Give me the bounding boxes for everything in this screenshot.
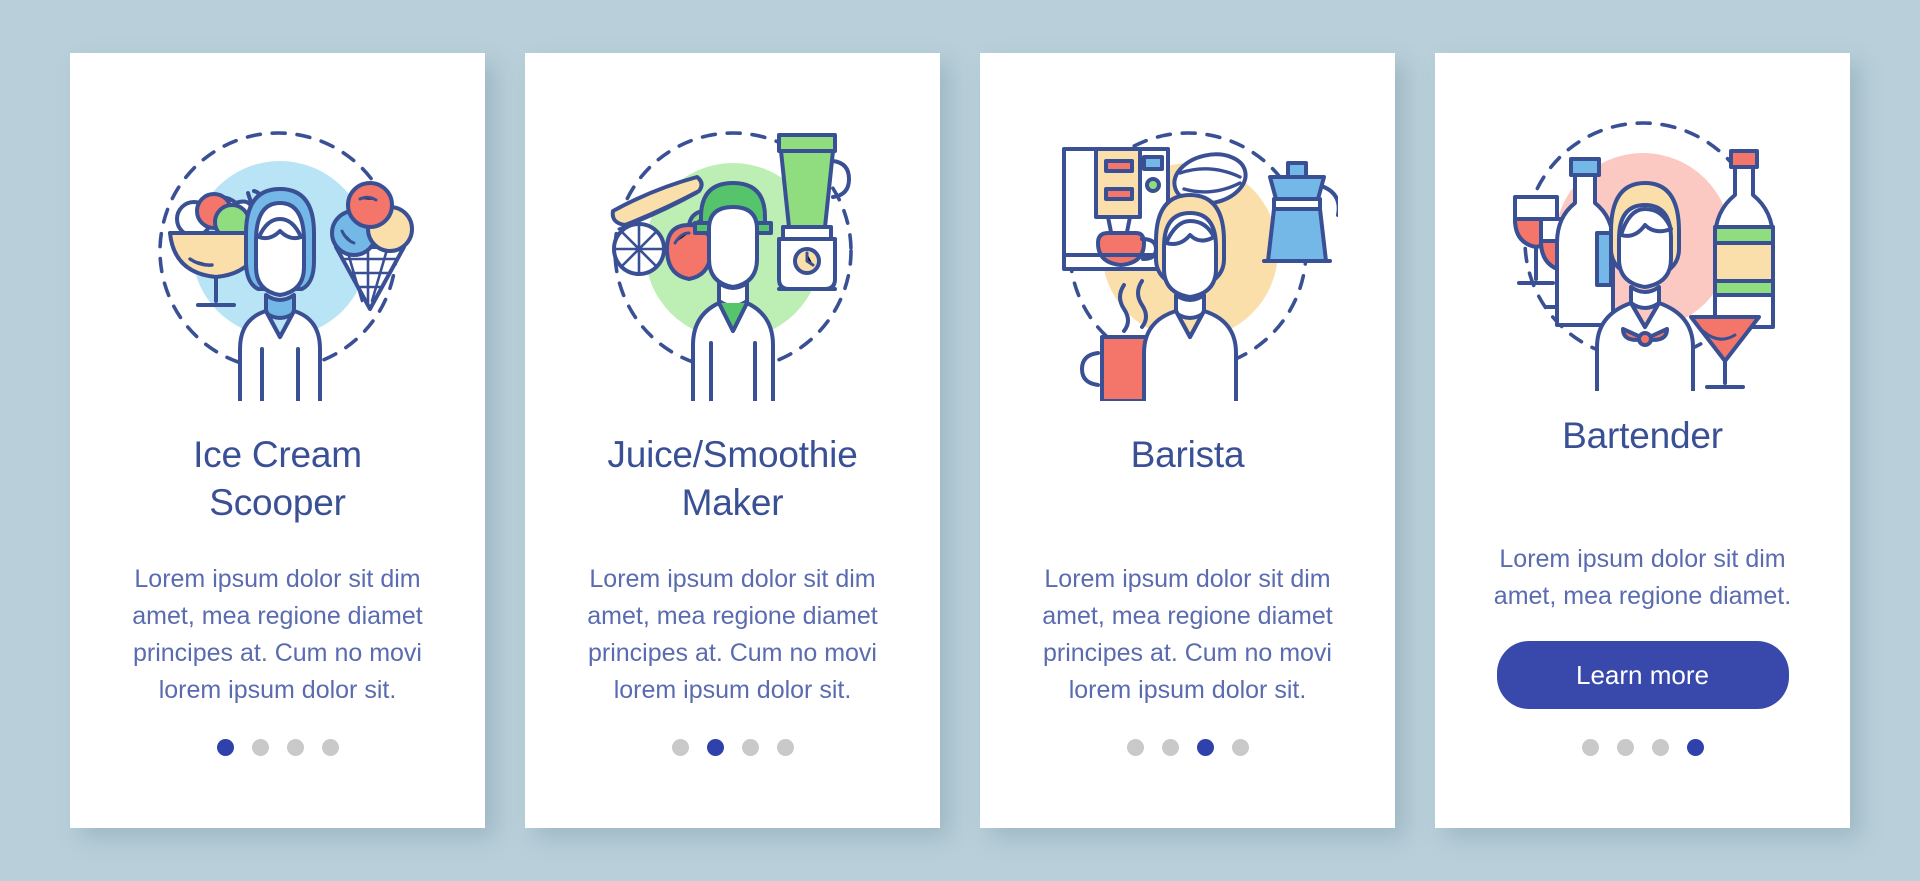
onboarding-card-juice-smoothie-maker: Juice/Smoothie Maker Lorem ipsum dolor s… [525,53,940,828]
pagination-dot-2[interactable] [251,739,269,756]
illustration-container [1016,53,1359,431]
card-title-line-1: Ice Cream [193,434,362,475]
illustration-container [106,53,449,431]
pagination-dots[interactable] [671,739,794,756]
pagination-dot-2[interactable] [1161,739,1179,756]
pagination-dot-4[interactable] [776,739,794,756]
card-title-line-1: Juice/Smoothie [607,434,858,475]
pagination-dot-1[interactable] [1581,739,1599,756]
card-description: Lorem ipsum dolor sit dim amet, mea regi… [1493,545,1792,610]
card-title-line-2: Scooper [209,482,346,523]
barista-illustration [1061,131,1338,401]
pagination-dot-4[interactable] [321,739,339,756]
juice-smoothie-maker-illustration [610,131,853,401]
pagination-dot-4[interactable] [1231,739,1249,756]
card-description: Lorem ipsum dolor sit dim amet, mea regi… [1042,565,1333,704]
pagination-dot-2[interactable] [706,739,724,756]
pagination-dot-3[interactable] [286,739,304,756]
card-title: Ice Cream Scooper [106,431,449,527]
pagination-dot-4[interactable] [1686,739,1704,756]
learn-more-button[interactable]: Learn more [1496,641,1789,709]
pagination-dots[interactable] [1126,739,1249,756]
card-description: Lorem ipsum dolor sit dim amet, mea regi… [132,565,423,704]
card-title: Bartender [1471,412,1814,460]
card-title-line-1: Barista [1130,434,1245,475]
pagination-dot-1[interactable] [1126,739,1144,756]
onboarding-card-ice-cream-scooper: Ice Cream Scooper Lorem ipsum dolor sit … [70,53,485,828]
card-title-line-2: Maker [681,482,784,523]
pagination-dot-3[interactable] [1651,739,1669,756]
onboarding-screens-board: Ice Cream Scooper Lorem ipsum dolor sit … [0,0,1920,881]
illustration-container [561,53,904,431]
pagination-dot-2[interactable] [1616,739,1634,756]
pagination-dot-3[interactable] [741,739,759,756]
card-description: Lorem ipsum dolor sit dim amet, mea regi… [587,565,878,704]
card-title: Juice/Smoothie Maker [561,431,904,527]
card-title-line-1: Bartender [1562,414,1723,456]
ice-cream-scooper-illustration [157,131,414,401]
onboarding-card-bartender: Bartender Lorem ipsum dolor sit dim amet… [1435,53,1850,828]
bartender-illustration [1512,121,1775,392]
pagination-dot-1[interactable] [671,739,689,756]
card-title: Barista [1016,431,1359,479]
onboarding-card-barista: Barista Lorem ipsum dolor sit dim amet, … [980,53,1395,828]
pagination-dots[interactable] [216,739,339,756]
illustration-container [1471,53,1814,412]
pagination-dot-1[interactable] [216,739,234,756]
pagination-dot-3[interactable] [1196,739,1214,756]
pagination-dots[interactable] [1581,739,1704,756]
